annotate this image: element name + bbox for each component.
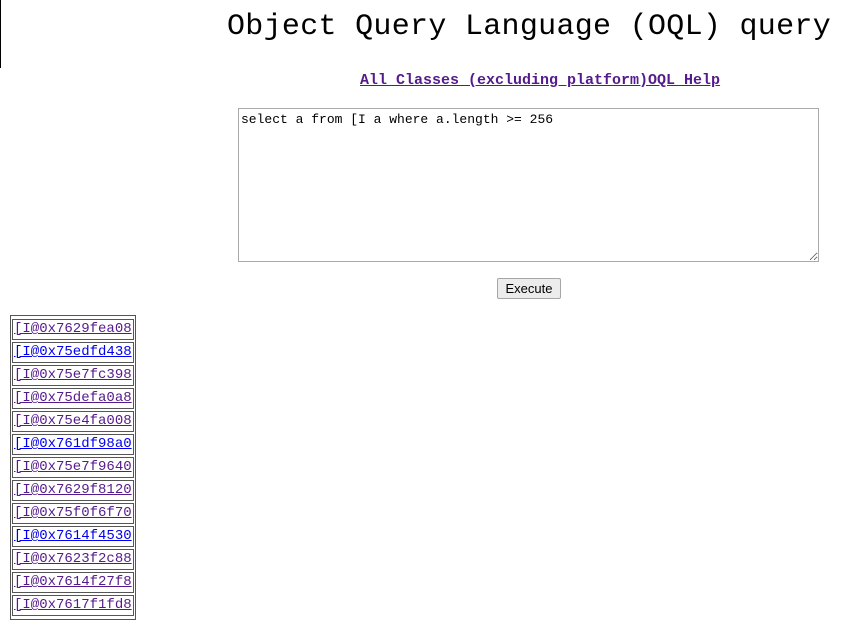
result-cell: [I@0x75e4fa008 (12, 411, 134, 432)
result-cell: [I@0x7617f1fd8 (12, 595, 134, 616)
result-object-link[interactable]: [I@0x7614f4530 (14, 528, 132, 544)
result-cell: [I@0x75edfd438 (12, 342, 134, 363)
result-object-link[interactable]: [I@0x7617f1fd8 (14, 597, 132, 613)
oql-help-link[interactable]: OQL Help (648, 72, 720, 89)
result-object-link[interactable]: [I@0x75defa0a8 (14, 390, 132, 406)
execute-button[interactable]: Execute (497, 278, 561, 299)
all-classes-link[interactable]: All Classes (excluding platform) (360, 72, 648, 89)
result-cell: [I@0x75e7f9640 (12, 457, 134, 478)
result-object-link[interactable]: [I@0x7629fea08 (14, 321, 132, 337)
result-cell: [I@0x7629f8120 (12, 480, 134, 501)
result-row: [I@0x7614f27f8 (12, 572, 134, 593)
result-row: [I@0x75e4fa008 (12, 411, 134, 432)
result-cell: [I@0x75e7fc398 (12, 365, 134, 386)
nav-links: All Classes (excluding platform)OQL Help (360, 72, 720, 89)
result-row: [I@0x7629fea08 (12, 319, 134, 340)
result-row: [I@0x75defa0a8 (12, 388, 134, 409)
results-table: [I@0x7629fea08 [I@0x75edfd438 [I@0x75e7fc3… (10, 315, 136, 620)
result-object-link[interactable]: [I@0x75e4fa008 (14, 413, 132, 429)
result-object-link[interactable]: [I@0x75edfd438 (14, 344, 132, 360)
result-object-link[interactable]: [I@0x75e7f9640 (14, 459, 132, 475)
result-object-link[interactable]: [I@0x7623f2c88 (14, 551, 132, 567)
result-object-link[interactable]: [I@0x7614f27f8 (14, 574, 132, 590)
result-cell: [I@0x75f0f6f70 (12, 503, 134, 524)
result-cell: [I@0x761df98a0 (12, 434, 134, 455)
result-row: [I@0x7617f1fd8 (12, 595, 134, 616)
result-cell: [I@0x7623f2c88 (12, 549, 134, 570)
result-row: [I@0x75edfd438 (12, 342, 134, 363)
result-object-link[interactable]: [I@0x75f0f6f70 (14, 505, 132, 521)
result-row: [I@0x761df98a0 (12, 434, 134, 455)
result-row: [I@0x7629f8120 (12, 480, 134, 501)
result-row: [I@0x75e7fc398 (12, 365, 134, 386)
result-row: [I@0x7614f4530 (12, 526, 134, 547)
result-row: [I@0x7623f2c88 (12, 549, 134, 570)
result-object-link[interactable]: [I@0x761df98a0 (14, 436, 132, 452)
result-cell: [I@0x7629fea08 (12, 319, 134, 340)
oql-query-input[interactable]: select a from [I a where a.length >= 256 (238, 108, 819, 262)
page-title: Object Query Language (OQL) query (227, 10, 831, 44)
result-cell: [I@0x75defa0a8 (12, 388, 134, 409)
result-cell: [I@0x7614f4530 (12, 526, 134, 547)
result-object-link[interactable]: [I@0x75e7fc398 (14, 367, 132, 383)
result-object-link[interactable]: [I@0x7629f8120 (14, 482, 132, 498)
result-row: [I@0x75e7f9640 (12, 457, 134, 478)
result-cell: [I@0x7614f27f8 (12, 572, 134, 593)
result-row: [I@0x75f0f6f70 (12, 503, 134, 524)
